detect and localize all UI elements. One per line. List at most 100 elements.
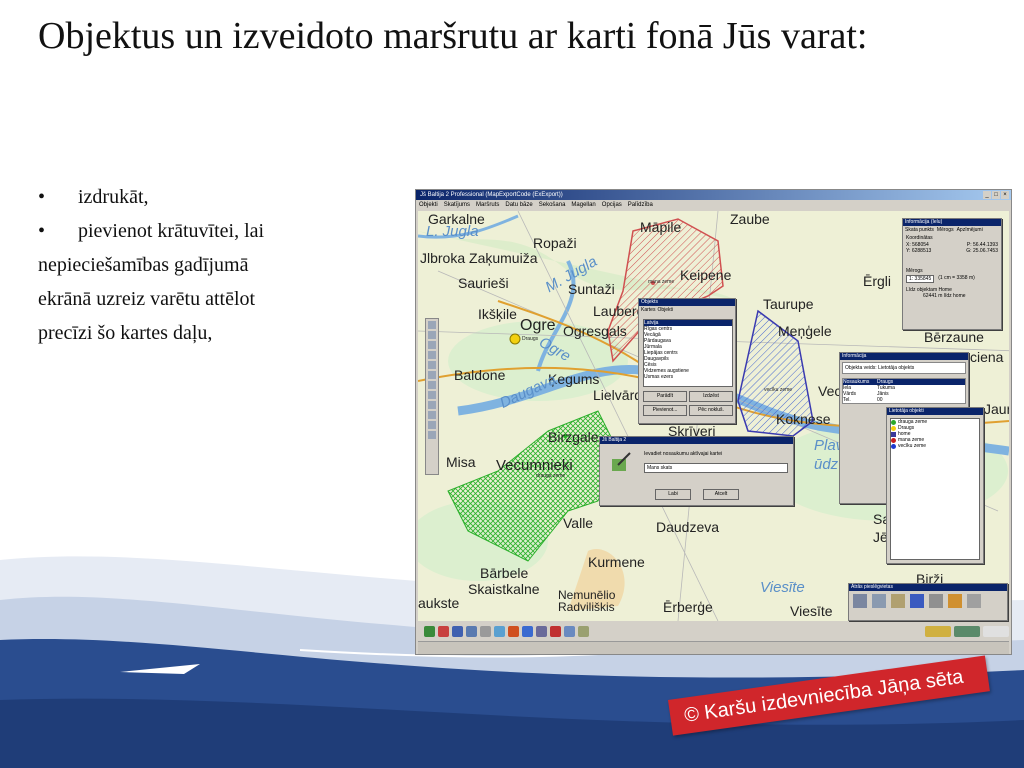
place-label: Ērberģe (663, 599, 713, 615)
layers-icon[interactable] (428, 391, 436, 399)
pan-icon[interactable] (428, 351, 436, 359)
search-icon[interactable] (891, 594, 905, 608)
zoom-in-icon[interactable] (428, 331, 436, 339)
route-icon[interactable] (428, 371, 436, 379)
cancel-button[interactable]: Atcelt (703, 489, 739, 500)
annotation-label: Draugs (522, 336, 539, 342)
place-label: Bērzaune (924, 329, 984, 345)
gps-icon[interactable] (508, 625, 519, 637)
continuation-line: ekrānā uzreiz varētu attēlot (38, 288, 256, 310)
search-icon[interactable] (428, 381, 436, 389)
pointer-tool-icon[interactable] (428, 321, 436, 329)
objects-list[interactable]: Latvija Rīgas centrs Vecāgā Pārdaugava J… (643, 319, 733, 387)
location-dialog-title: Informācija (Ielu) (903, 219, 1001, 226)
tab-view-point[interactable]: Skata punkts (905, 227, 934, 233)
info-icon[interactable] (428, 401, 436, 409)
table-icon[interactable] (536, 625, 547, 637)
alert-icon[interactable] (550, 625, 561, 637)
menu-marsruts[interactable]: Maršruts (476, 200, 499, 210)
menu-objekti[interactable]: Objekti (419, 200, 438, 210)
place-label: Ikšķile (478, 306, 517, 322)
maximize-button[interactable]: □ (992, 191, 1000, 199)
dot-icon (891, 425, 896, 431)
house-icon[interactable] (452, 625, 463, 637)
menu-sekosana[interactable]: Sekošana (539, 200, 566, 210)
status-bar (418, 641, 1009, 654)
menu-magellan[interactable]: Magellan (571, 200, 595, 210)
place-label: aukste (418, 595, 460, 611)
bullet-item-storage: • pievienot krātuvītei, lai (38, 214, 368, 248)
minimize-button[interactable]: _ (983, 191, 991, 199)
show-button[interactable]: Parādīt (643, 391, 687, 402)
delete-button[interactable]: Izdzēst (689, 391, 733, 402)
menu-skatijums[interactable]: Skatījums (444, 200, 470, 210)
bullet-item-print: • izdrukāt, (38, 180, 368, 214)
default-button[interactable]: Pēc nokluš. (689, 405, 733, 416)
user-objects-list[interactable]: drauga zeme Draugs home mana zeme vecīku… (890, 418, 980, 560)
place-label: Baldone (454, 367, 506, 383)
place-label: Laubere (593, 303, 645, 319)
window-icon[interactable] (522, 625, 533, 637)
menu-palidziba[interactable]: Palīdzība (628, 200, 653, 210)
pen-icon[interactable] (480, 625, 491, 637)
bookmark-icon[interactable] (428, 421, 436, 429)
river-label: L. Jugla (426, 223, 479, 240)
quick-panel: Ātrās pieslēgvietas (848, 583, 1008, 621)
add-button[interactable]: Pievienot... (643, 405, 687, 416)
tab-objekti[interactable]: Objekti (657, 307, 673, 313)
name-input[interactable]: Mans skats (644, 463, 788, 473)
print-icon[interactable] (929, 594, 943, 608)
globe-icon[interactable] (494, 625, 505, 637)
dot-icon (891, 437, 896, 443)
river-label: ūdz (814, 456, 839, 473)
tab-scale[interactable]: Mērogs (937, 227, 954, 233)
scale-label: Mērogs (906, 268, 923, 274)
settings-icon[interactable] (564, 625, 575, 637)
car-icon[interactable] (466, 625, 477, 637)
prompt-message: Ievadiet nosaukumu aktīvajai kartei (644, 451, 723, 457)
place-label: Skaistkalne (468, 581, 540, 597)
place-label: Keipene (680, 267, 732, 283)
list-item[interactable]: Usmas ezers (644, 374, 732, 380)
annotation-label: vecīku zeme (764, 387, 793, 393)
place-label: Jlbroka Zaķumuiža (420, 250, 538, 266)
info-key: Tel. (843, 397, 851, 403)
tab-legend[interactable]: Apzīmējumi (957, 227, 983, 233)
calendar-icon[interactable] (910, 594, 924, 608)
map-edit-icon (610, 451, 632, 473)
route-icon[interactable] (424, 625, 435, 637)
flag-icon[interactable] (428, 411, 436, 419)
dot-icon (891, 419, 896, 425)
y-coord: Y: 6288513 (906, 248, 932, 254)
zoom-out-icon[interactable] (428, 341, 436, 349)
bullet-dot: • (38, 186, 46, 208)
list-icon[interactable] (948, 594, 962, 608)
list-item[interactable]: vecīku zeme (891, 443, 979, 449)
close-button[interactable]: × (1001, 191, 1009, 199)
bottom-toolbar (418, 622, 1009, 640)
menu-opcijas[interactable]: Opcijas (602, 200, 622, 210)
device-icon[interactable] (967, 594, 981, 608)
prompt-title: Jš Baltija 2 (600, 437, 793, 444)
slide-title: Objektus un izveidoto maršrutu ar karti … (38, 15, 868, 57)
ok-button[interactable]: Labi (655, 489, 691, 500)
help-icon[interactable] (578, 625, 589, 637)
phone-icon[interactable] (853, 594, 867, 608)
tab-kartes[interactable]: Kartes (641, 307, 655, 313)
place-label: ciena (970, 349, 1004, 365)
print-icon[interactable] (428, 431, 436, 439)
name-prompt-dialog: Jš Baltija 2 Ievadiet nosaukumu aktīvaja… (599, 436, 794, 506)
info-value: 00 (877, 397, 883, 403)
delete-icon[interactable] (438, 625, 449, 637)
dot-icon (891, 443, 896, 449)
network-icon[interactable] (872, 594, 886, 608)
continuation-line: nepieciešamības gadījumā (38, 254, 249, 276)
measure-icon[interactable] (428, 361, 436, 369)
scale-input[interactable]: 1: 335845 (906, 275, 935, 283)
app-title: Jš Baltija 2 Professional (MapExportCode… (420, 192, 563, 198)
location-dialog: Informācija (Ielu) Skata punkts Mērogs A… (902, 218, 1002, 330)
object-type: Objekta veids: Lietotāja objekts (842, 362, 966, 374)
annotation-label: drauga zeme (536, 473, 566, 479)
menu-datu-baze[interactable]: Datu bāze (505, 200, 532, 210)
info-dialog-title: Informācija (840, 353, 968, 360)
